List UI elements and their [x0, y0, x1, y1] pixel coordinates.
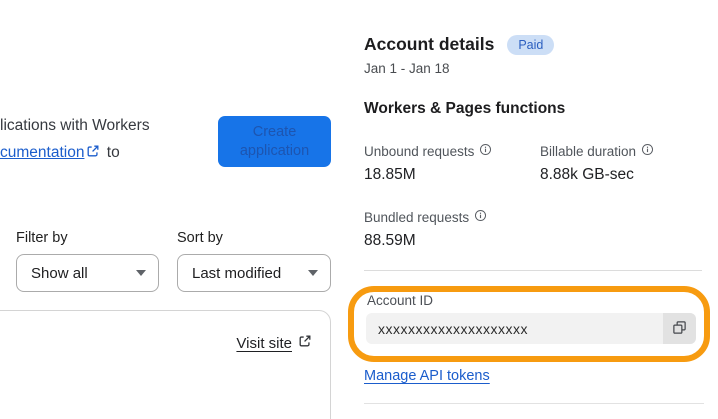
documentation-link[interactable]: cumentation [0, 144, 84, 161]
intro-suffix: to [106, 144, 120, 161]
chevron-down-icon [308, 270, 318, 276]
sort-select-value: Last modified [192, 264, 282, 282]
divider [364, 403, 704, 404]
info-icon[interactable] [479, 143, 492, 159]
sort-by-label: Sort by [177, 230, 223, 246]
date-range: Jan 1 - Jan 18 [364, 61, 450, 76]
filter-select-value: Show all [31, 264, 88, 282]
external-link-icon [298, 334, 312, 352]
account-id-label: Account ID [367, 293, 434, 308]
paid-plan-badge: Paid [507, 34, 555, 55]
account-id-input[interactable] [366, 313, 663, 344]
account-details-header: Account details Paid [364, 34, 555, 55]
bundled-requests-label: Bundled requests [364, 209, 487, 225]
filter-select[interactable]: Show all [16, 254, 159, 292]
sort-select[interactable]: Last modified [177, 254, 331, 292]
intro-line1: lications with Workers [0, 117, 150, 134]
copy-account-id-button[interactable] [663, 313, 696, 344]
functions-section-title: Workers & Pages functions [364, 100, 566, 117]
unbound-requests-value: 18.85M [364, 166, 416, 183]
intro-text: lications with Workers cumentation to [0, 112, 225, 167]
account-details-title: Account details [364, 34, 495, 54]
external-link-icon [86, 140, 100, 167]
filter-by-label: Filter by [16, 230, 68, 246]
info-icon[interactable] [474, 209, 487, 225]
site-card: Visit site [0, 310, 331, 419]
workers-pages-dashboard: lications with Workers cumentation to Cr… [0, 0, 718, 419]
billable-duration-value: 8.88k GB-sec [540, 166, 634, 183]
divider [364, 270, 702, 271]
visit-site-label: Visit site [236, 334, 292, 352]
bundled-requests-value: 88.59M [364, 232, 416, 249]
chevron-down-icon [136, 270, 146, 276]
create-application-button[interactable]: Create application [218, 116, 331, 167]
account-id-field [366, 313, 696, 344]
visit-site-link[interactable]: Visit site [236, 334, 312, 352]
manage-api-tokens-link[interactable]: Manage API tokens [364, 368, 490, 384]
unbound-requests-label: Unbound requests [364, 143, 492, 159]
info-icon[interactable] [641, 143, 654, 159]
copy-icon [672, 320, 687, 338]
billable-duration-label: Billable duration [540, 143, 654, 159]
